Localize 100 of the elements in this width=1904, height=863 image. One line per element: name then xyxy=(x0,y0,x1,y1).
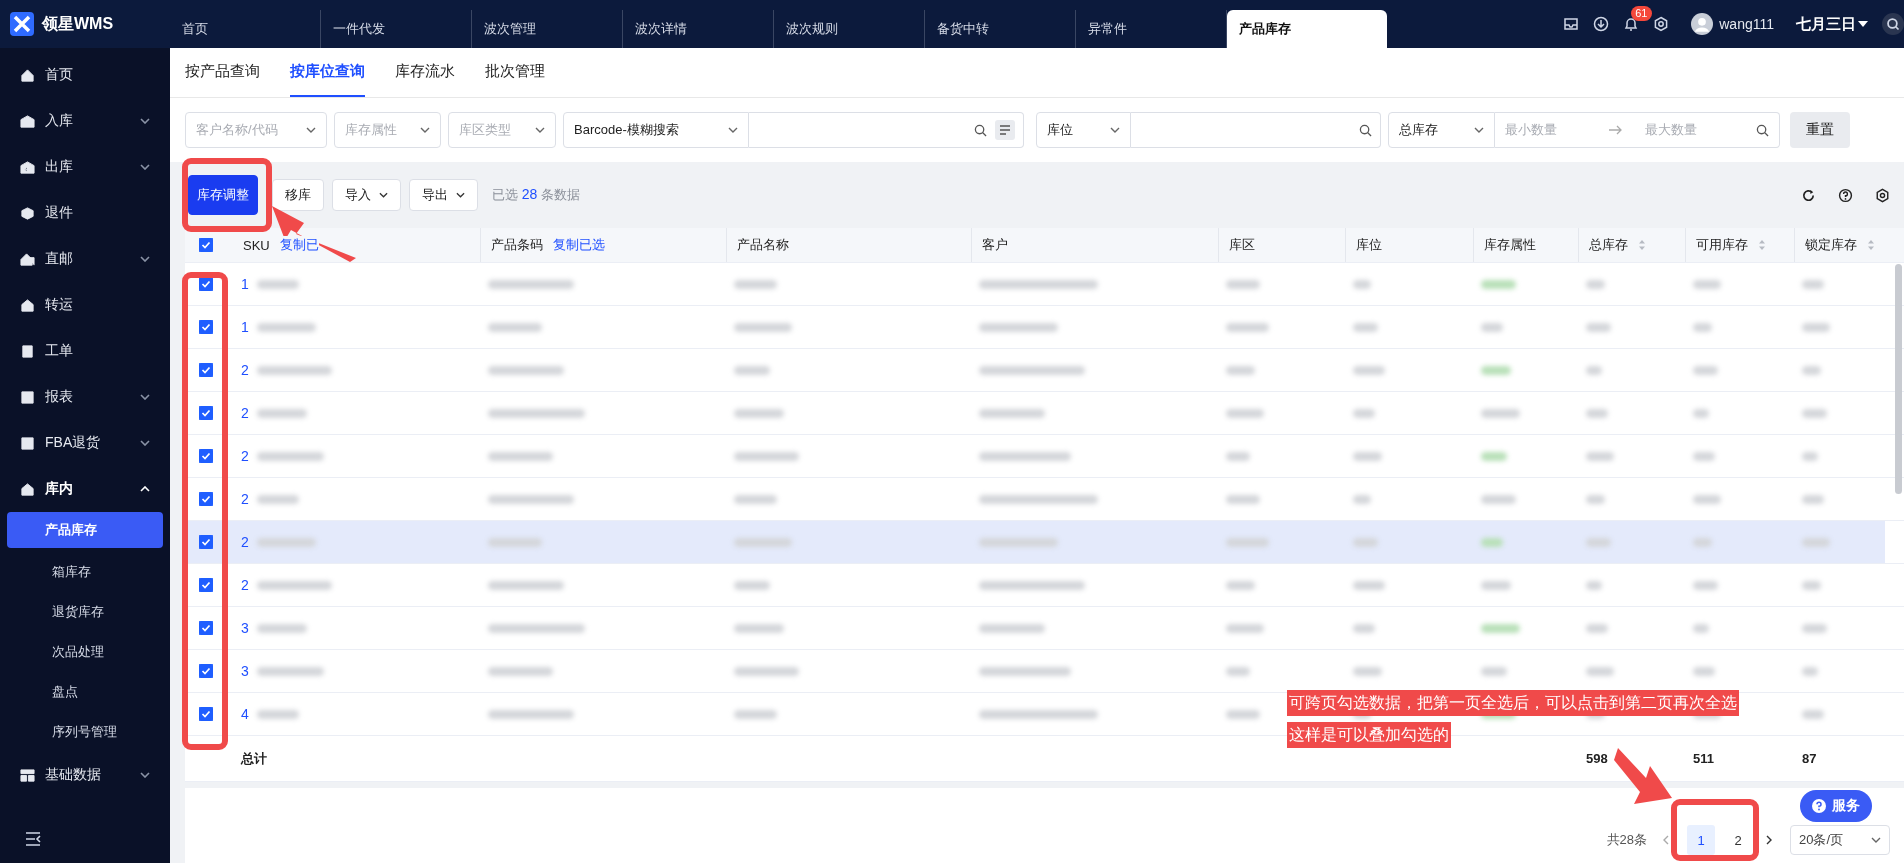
blurred-text xyxy=(1353,494,1371,504)
scrollbar[interactable] xyxy=(1895,264,1902,494)
page-size-select[interactable]: 20条/页 xyxy=(1790,825,1890,855)
sidebar-item[interactable]: 报表 xyxy=(0,374,170,420)
total-label: 总计 xyxy=(241,749,267,768)
checkbox[interactable] xyxy=(199,320,213,334)
sku-link[interactable]: 2 xyxy=(241,405,249,421)
inbox-icon[interactable] xyxy=(1563,16,1580,32)
search-icon[interactable] xyxy=(1756,123,1769,137)
total-value: 598 xyxy=(1586,751,1608,766)
sidebar-item[interactable]: 库内 xyxy=(0,466,170,512)
sidebar-item[interactable]: 出库 xyxy=(0,144,170,190)
help-icon[interactable] xyxy=(1838,187,1853,203)
search-field[interactable] xyxy=(1131,112,1381,148)
checkbox[interactable] xyxy=(199,449,213,463)
checkbox[interactable] xyxy=(199,707,213,721)
sidebar-subitem[interactable]: 序列号管理 xyxy=(7,712,163,752)
checkbox[interactable] xyxy=(199,621,213,635)
sku-link[interactable]: 4 xyxy=(241,706,249,722)
checkbox[interactable] xyxy=(199,363,213,377)
checkbox[interactable] xyxy=(199,578,213,592)
arrow-right-icon xyxy=(1609,125,1623,135)
blurred-text xyxy=(1353,537,1379,547)
sidebar-subitem[interactable]: 产品库存 xyxy=(7,512,163,548)
settings-icon[interactable] xyxy=(1875,187,1890,203)
blurred-text xyxy=(734,623,785,633)
refresh-icon[interactable] xyxy=(1801,187,1816,203)
search-icon[interactable] xyxy=(1359,123,1372,137)
tab[interactable]: 批次管理 xyxy=(485,48,545,97)
date-label[interactable]: 七月三日 xyxy=(1796,14,1856,34)
chevron-icon xyxy=(140,164,150,170)
avatar-icon[interactable] xyxy=(1691,13,1714,35)
dropdown-button[interactable]: 导入 xyxy=(332,179,401,211)
column-header: 产品条码 xyxy=(491,236,543,254)
sku-link[interactable]: 1 xyxy=(241,319,249,335)
settings-icon[interactable] xyxy=(1653,16,1670,32)
checkbox[interactable] xyxy=(199,492,213,506)
sku-link[interactable]: 1 xyxy=(241,276,249,292)
checkbox[interactable] xyxy=(199,238,213,252)
copy-selected-link[interactable]: 复制已 xyxy=(279,236,319,254)
search-icon[interactable] xyxy=(974,123,987,137)
select-field[interactable]: Barcode-模糊搜索 xyxy=(563,112,749,148)
sidebar-item[interactable]: 退件 xyxy=(0,190,170,236)
total-value: 87 xyxy=(1802,751,1817,766)
sku-link[interactable]: 2 xyxy=(241,491,249,507)
download-icon[interactable] xyxy=(1593,16,1610,32)
user-name[interactable]: wang111 xyxy=(1719,16,1774,32)
sidebar-subitem[interactable]: 箱库存 xyxy=(7,552,163,592)
search-field[interactable] xyxy=(749,112,1024,148)
chevron-icon xyxy=(1871,837,1881,843)
page-button[interactable]: 1 xyxy=(1687,825,1715,855)
sku-link[interactable]: 3 xyxy=(241,663,249,679)
sidebar-item[interactable]: 工单 xyxy=(0,328,170,374)
chevron-right-icon[interactable] xyxy=(1766,835,1772,845)
blurred-text xyxy=(1693,408,1709,418)
copy-selected-link[interactable]: 复制已选 xyxy=(553,236,605,254)
sku-link[interactable]: 2 xyxy=(241,448,249,464)
blurred-text xyxy=(1693,279,1722,289)
house-icon xyxy=(20,67,35,83)
caret-icon[interactable] xyxy=(1858,21,1868,27)
sidebar-item[interactable]: 直邮 xyxy=(0,236,170,282)
sidebar-item[interactable]: 首页 xyxy=(0,52,170,98)
list-icon[interactable] xyxy=(995,120,1015,140)
sidebar-item[interactable]: 转运 xyxy=(0,282,170,328)
house-icon xyxy=(20,481,35,497)
blurred-text xyxy=(1481,623,1520,633)
tab[interactable]: 库存流水 xyxy=(395,48,455,97)
collapse-icon[interactable] xyxy=(25,832,41,846)
checkbox[interactable] xyxy=(199,664,213,678)
search-icon[interactable] xyxy=(1882,13,1904,35)
blurred-text xyxy=(1586,279,1605,289)
checkbox[interactable] xyxy=(199,535,213,549)
sku-link[interactable]: 3 xyxy=(241,620,249,636)
tab[interactable]: 按产品查询 xyxy=(185,48,260,97)
blurred-text xyxy=(256,623,308,633)
sku-link[interactable]: 2 xyxy=(241,362,249,378)
sku-link[interactable]: 2 xyxy=(241,577,249,593)
bell-icon[interactable] xyxy=(1623,16,1640,32)
page-tab[interactable]: 产品库存 xyxy=(1227,10,1387,48)
blurred-text xyxy=(979,623,1045,633)
toolbar-button[interactable]: 移库 xyxy=(272,179,324,211)
column-header: 库区 xyxy=(1229,236,1255,254)
sidebar-item[interactable]: FBA退货 xyxy=(0,420,170,466)
adjust-stock-button[interactable]: 库存调整 xyxy=(188,175,258,215)
dropdown-button[interactable]: 导出 xyxy=(409,179,478,211)
sidebar-subitem[interactable]: 盘点 xyxy=(7,672,163,712)
sidebar-subitem[interactable]: 次品处理 xyxy=(7,632,163,672)
blurred-text xyxy=(1802,279,1824,289)
select-field[interactable]: 库位 xyxy=(1036,112,1131,148)
reset-button[interactable]: 重置 xyxy=(1790,112,1850,148)
sidebar-item[interactable]: 基础数据 xyxy=(0,752,170,798)
select-field[interactable]: 总库存 xyxy=(1388,112,1495,148)
service-button[interactable]: 服务 xyxy=(1800,790,1872,822)
checkbox[interactable] xyxy=(199,406,213,420)
sidebar-item[interactable]: 入库 xyxy=(0,98,170,144)
sidebar-subitem[interactable]: 退货库存 xyxy=(7,592,163,632)
blurred-text xyxy=(256,279,299,289)
blurred-text xyxy=(1693,494,1722,504)
blurred-text xyxy=(1226,451,1250,461)
sku-link[interactable]: 2 xyxy=(241,534,249,550)
